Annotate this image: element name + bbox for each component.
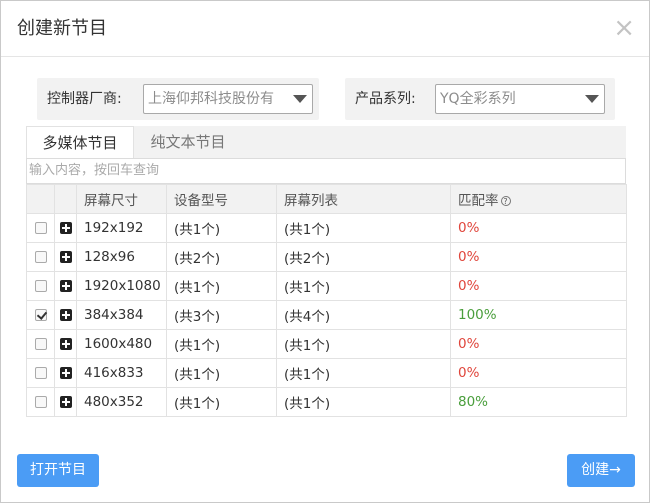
- cell-device: (共2个): [166, 242, 277, 272]
- row-expand-cell: [54, 300, 77, 330]
- search-box: [26, 158, 626, 184]
- screen-size-table: 屏幕尺寸 设备型号 屏幕列表 匹配率? 192x192 (共1个) (共1个) 0% 1…: [26, 184, 627, 417]
- cell-size: 192x192: [76, 213, 167, 243]
- table-body: 192x192 (共1个) (共1个) 0% 128x96 (共2个) (共2个) 0% 192…: [26, 213, 627, 417]
- table-row[interactable]: 1920x1080 (共1个) (共1个) 0%: [26, 271, 627, 301]
- row-check-cell: [26, 358, 55, 388]
- cell-device: (共1个): [166, 213, 277, 243]
- column-header-size: 屏幕尺寸: [76, 184, 167, 214]
- cell-size: 416x833: [76, 358, 167, 388]
- row-expand-cell: [54, 271, 77, 301]
- cell-size: 480x352: [76, 387, 167, 417]
- series-select[interactable]: YQ全彩系列: [435, 84, 605, 114]
- cell-device: (共1个): [166, 271, 277, 301]
- expand-plus-icon[interactable]: [59, 396, 72, 408]
- cell-device: (共3个): [166, 300, 277, 330]
- expand-plus-icon[interactable]: [59, 309, 72, 321]
- cell-screens: (共1个): [276, 329, 451, 359]
- close-icon[interactable]: ×: [613, 15, 635, 41]
- create-program-dialog: 创建新节目 × 控制器厂商: 上海仰邦科技股份有 产品系列: YQ全彩系列 多媒…: [0, 0, 650, 503]
- dialog-header: 创建新节目 ×: [1, 1, 649, 57]
- cell-size: 1920x1080: [76, 271, 167, 301]
- cell-device: (共1个): [166, 387, 277, 417]
- vendor-filter: 控制器厂商: 上海仰邦科技股份有: [37, 78, 319, 120]
- row-checkbox[interactable]: [34, 280, 47, 292]
- row-checkbox[interactable]: [34, 338, 47, 350]
- cell-screens: (共1个): [276, 271, 451, 301]
- cell-rate: 0%: [450, 213, 627, 243]
- row-checkbox[interactable]: [34, 251, 47, 263]
- expand-plus-icon[interactable]: [59, 367, 72, 379]
- cell-device: (共1个): [166, 358, 277, 388]
- row-checkbox[interactable]: [34, 222, 47, 234]
- table-row[interactable]: 480x352 (共1个) (共1个) 80%: [26, 387, 627, 417]
- row-checkbox[interactable]: [34, 396, 47, 408]
- row-expand-cell: [54, 387, 77, 417]
- column-header-screens: 屏幕列表: [276, 184, 451, 214]
- row-check-cell: [26, 329, 55, 359]
- row-expand-cell: [54, 329, 77, 359]
- expand-plus-icon[interactable]: [59, 338, 72, 350]
- vendor-select-value: 上海仰邦科技股份有: [148, 91, 274, 107]
- table-row[interactable]: 192x192 (共1个) (共1个) 0%: [26, 213, 627, 243]
- expand-plus-icon[interactable]: [59, 280, 72, 292]
- header-check-cell: [26, 184, 55, 214]
- cell-screens: (共2个): [276, 242, 451, 272]
- header-expand-cell: [54, 184, 77, 214]
- row-checkbox[interactable]: [34, 367, 47, 379]
- cell-screens: (共1个): [276, 358, 451, 388]
- cell-screens: (共1个): [276, 213, 451, 243]
- column-header-rate: 匹配率?: [450, 184, 627, 214]
- row-checkbox[interactable]: [34, 309, 47, 321]
- expand-plus-icon[interactable]: [59, 222, 72, 234]
- cell-rate: 0%: [450, 242, 627, 272]
- row-check-cell: [26, 271, 55, 301]
- table-row[interactable]: 384x384 (共3个) (共4个) 100%: [26, 300, 627, 330]
- cell-rate: 0%: [450, 271, 627, 301]
- table-row[interactable]: 128x96 (共2个) (共2个) 0%: [26, 242, 627, 272]
- create-button[interactable]: 创建→: [567, 454, 635, 487]
- expand-plus-icon[interactable]: [59, 251, 72, 263]
- tab-multimedia[interactable]: 多媒体节目: [26, 126, 134, 158]
- series-select-value: YQ全彩系列: [440, 91, 516, 107]
- open-program-button[interactable]: 打开节目: [17, 454, 99, 487]
- rate-header-label: 匹配率: [458, 193, 499, 209]
- row-check-cell: [26, 300, 55, 330]
- cell-size: 1600x480: [76, 329, 167, 359]
- chevron-down-icon: [585, 95, 599, 103]
- cell-rate: 80%: [450, 387, 627, 417]
- row-check-cell: [26, 213, 55, 243]
- table-row[interactable]: 1600x480 (共1个) (共1个) 0%: [26, 329, 627, 359]
- series-label: 产品系列:: [355, 91, 416, 107]
- vendor-select[interactable]: 上海仰邦科技股份有: [143, 84, 313, 114]
- row-check-cell: [26, 387, 55, 417]
- chevron-down-icon: [293, 95, 307, 103]
- row-expand-cell: [54, 242, 77, 272]
- tab-plain-text[interactable]: 纯文本节目: [134, 126, 242, 158]
- table-row[interactable]: 416x833 (共1个) (共1个) 0%: [26, 358, 627, 388]
- row-check-cell: [26, 242, 55, 272]
- row-expand-cell: [54, 358, 77, 388]
- cell-screens: (共4个): [276, 300, 451, 330]
- search-input[interactable]: [29, 159, 625, 182]
- cell-rate: 0%: [450, 358, 627, 388]
- cell-size: 384x384: [76, 300, 167, 330]
- help-icon[interactable]: ?: [500, 196, 511, 206]
- column-header-device: 设备型号: [166, 184, 277, 214]
- cell-size: 128x96: [76, 242, 167, 272]
- cell-rate: 100%: [450, 300, 627, 330]
- program-type-tabs: 多媒体节目 纯文本节目: [26, 126, 626, 158]
- row-expand-cell: [54, 213, 77, 243]
- series-filter: 产品系列: YQ全彩系列: [345, 78, 615, 120]
- vendor-label: 控制器厂商:: [47, 91, 122, 107]
- cell-device: (共1个): [166, 329, 277, 359]
- table-header-row: 屏幕尺寸 设备型号 屏幕列表 匹配率?: [26, 184, 627, 214]
- cell-rate: 0%: [450, 329, 627, 359]
- cell-screens: (共1个): [276, 387, 451, 417]
- dialog-title: 创建新节目: [17, 18, 107, 39]
